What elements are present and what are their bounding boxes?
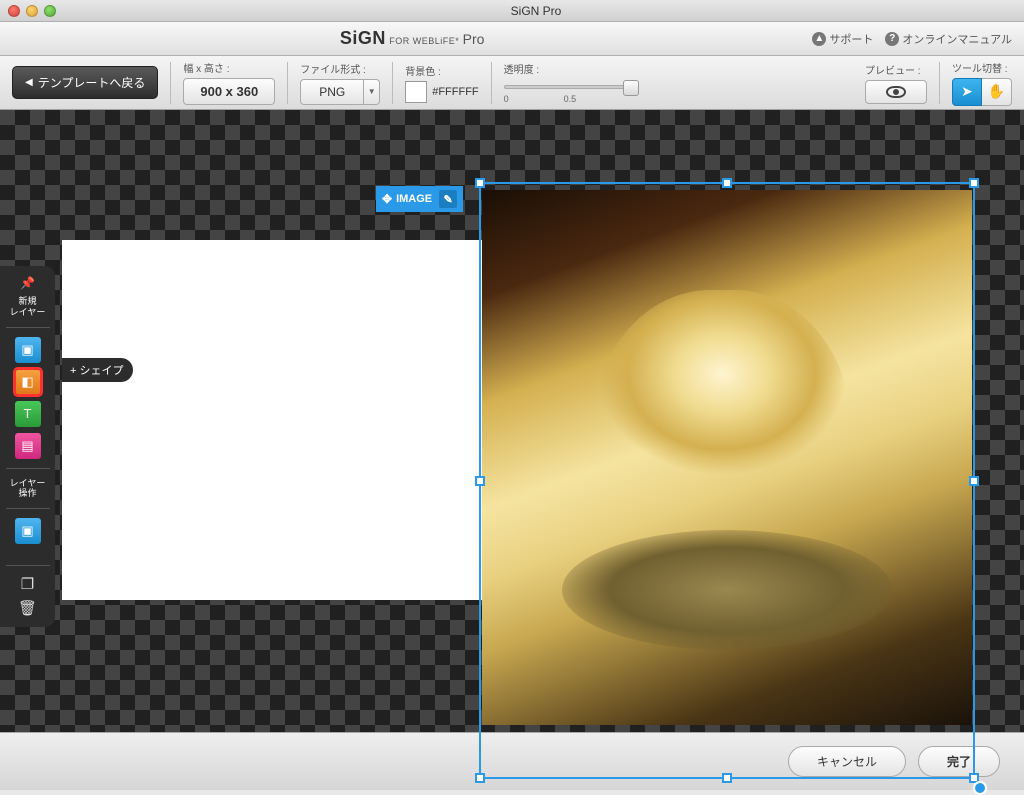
resize-handle-nw[interactable] bbox=[475, 178, 485, 188]
resize-handle-e[interactable] bbox=[969, 476, 979, 486]
text-icon: T bbox=[24, 406, 32, 421]
opacity-min: 0 bbox=[504, 94, 509, 104]
new-layer-label: 新規 レイヤー bbox=[10, 296, 46, 318]
pin-icon[interactable]: 📌 bbox=[20, 276, 35, 290]
resize-handle-w[interactable] bbox=[475, 476, 485, 486]
selection-tag[interactable]: ✥ IMAGE ✎ bbox=[376, 186, 463, 212]
duplicate-button[interactable]: ❐ bbox=[21, 575, 34, 593]
shape-icon: ◧ bbox=[21, 374, 33, 390]
shape-flyout[interactable]: + シェイプ bbox=[62, 358, 133, 382]
tool-label: ツール切替 : bbox=[952, 60, 1012, 75]
layer-ops-label: レイヤー 操作 bbox=[10, 478, 46, 500]
delete-button[interactable]: 🗑 bbox=[18, 599, 37, 617]
traffic-lights bbox=[8, 5, 56, 17]
user-icon: ▲ bbox=[812, 32, 826, 46]
image-layer-button[interactable]: ▣ bbox=[15, 337, 41, 363]
brand-suffix: Pro bbox=[463, 31, 485, 47]
support-link[interactable]: ▲ サポート bbox=[812, 31, 873, 47]
bgcolor-swatch[interactable] bbox=[405, 81, 427, 103]
artboard[interactable] bbox=[62, 240, 482, 600]
format-value: PNG bbox=[300, 79, 364, 105]
divider bbox=[6, 468, 50, 469]
opacity-mid: 0.5 bbox=[564, 94, 577, 104]
divider bbox=[6, 508, 50, 509]
divider bbox=[6, 327, 50, 328]
zoom-window-icon[interactable] bbox=[44, 5, 56, 17]
selection-box[interactable] bbox=[479, 182, 975, 779]
image-icon: ▣ bbox=[21, 342, 33, 358]
back-button[interactable]: ◀ テンプレートへ戻る bbox=[12, 66, 158, 99]
window-titlebar: SiGN Pro bbox=[0, 0, 1024, 22]
edit-icon[interactable]: ✎ bbox=[439, 190, 457, 208]
opacity-slider[interactable] bbox=[504, 85, 634, 89]
close-window-icon[interactable] bbox=[8, 5, 20, 17]
chevron-down-icon: ▼ bbox=[364, 79, 380, 105]
dimensions-group: 幅 x 高さ : 900 x 360 bbox=[183, 60, 275, 105]
side-panel: 📌 新規 レイヤー ▣ ◧ T ▤ レイヤー 操作 ▣ ❐ 🗑 bbox=[0, 266, 55, 627]
resize-handle-sw[interactable] bbox=[475, 773, 485, 783]
other-layer-button[interactable]: ▤ bbox=[15, 433, 41, 459]
opacity-group: 透明度 : 0 0.5 bbox=[504, 61, 634, 104]
selection-type: IMAGE bbox=[396, 193, 432, 205]
tool-toggle-group: ツール切替 : ➤ ✋ bbox=[952, 60, 1012, 106]
divider bbox=[491, 62, 492, 104]
divider bbox=[392, 62, 393, 104]
preview-button[interactable] bbox=[865, 80, 927, 104]
format-label: ファイル形式 : bbox=[300, 61, 380, 76]
layer-select-button[interactable]: ▣ bbox=[15, 518, 41, 544]
cursor-icon: ➤ bbox=[961, 83, 973, 100]
eye-icon bbox=[886, 86, 906, 98]
resize-handle-n[interactable] bbox=[722, 178, 732, 188]
hand-icon: ✋ bbox=[988, 83, 1005, 100]
window-title: SiGN Pro bbox=[56, 4, 1016, 18]
brand: SiGN FOR WEBLiFE* Pro bbox=[12, 28, 812, 49]
shape-layer-button[interactable]: ◧ bbox=[15, 369, 41, 395]
format-select[interactable]: PNG ▼ bbox=[300, 79, 380, 105]
rotate-handle[interactable] bbox=[973, 781, 987, 795]
toolbar: ◀ テンプレートへ戻る 幅 x 高さ : 900 x 360 ファイル形式 : … bbox=[0, 56, 1024, 110]
dimensions-label: 幅 x 高さ : bbox=[183, 60, 275, 75]
resize-handle-s[interactable] bbox=[722, 773, 732, 783]
divider bbox=[6, 565, 50, 566]
divider bbox=[170, 62, 171, 104]
minimize-window-icon[interactable] bbox=[26, 5, 38, 17]
help-icon: ? bbox=[885, 32, 899, 46]
preview-label: プレビュー : bbox=[865, 62, 927, 77]
divider bbox=[287, 62, 288, 104]
format-group: ファイル形式 : PNG ▼ bbox=[300, 61, 380, 105]
brand-sub: FOR WEBLiFE* bbox=[389, 36, 459, 46]
resize-handle-ne[interactable] bbox=[969, 178, 979, 188]
grid-icon: ▤ bbox=[21, 438, 33, 454]
app-header: SiGN FOR WEBLiFE* Pro ▲ サポート ? オンラインマニュア… bbox=[0, 22, 1024, 56]
chevron-left-icon: ◀ bbox=[25, 77, 33, 88]
preview-group: プレビュー : bbox=[865, 62, 927, 104]
opacity-label: 透明度 : bbox=[504, 61, 634, 76]
flyout-label: + シェイプ bbox=[70, 362, 123, 378]
manual-label: オンラインマニュアル bbox=[902, 31, 1012, 47]
canvas-area[interactable]: ✥ IMAGE ✎ 📌 新規 レイヤー ▣ ◧ T ▤ レイヤー 操作 ▣ ❐ … bbox=[0, 110, 1024, 732]
divider bbox=[939, 62, 940, 104]
pointer-tool[interactable]: ➤ bbox=[952, 78, 982, 106]
bgcolor-group: 背景色 : #FFFFFF bbox=[405, 63, 478, 103]
support-label: サポート bbox=[829, 31, 873, 47]
brand-main: SiGN bbox=[340, 28, 386, 48]
manual-link[interactable]: ? オンラインマニュアル bbox=[885, 31, 1012, 47]
layer-icon: ▣ bbox=[21, 523, 33, 539]
bgcolor-label: 背景色 : bbox=[405, 63, 478, 78]
hand-tool[interactable]: ✋ bbox=[982, 78, 1012, 106]
slider-thumb[interactable] bbox=[623, 80, 639, 96]
back-label: テンプレートへ戻る bbox=[38, 74, 146, 91]
bgcolor-value: #FFFFFF bbox=[432, 86, 478, 98]
dimensions-button[interactable]: 900 x 360 bbox=[183, 78, 275, 105]
move-icon: ✥ bbox=[382, 192, 392, 206]
text-layer-button[interactable]: T bbox=[15, 401, 41, 427]
